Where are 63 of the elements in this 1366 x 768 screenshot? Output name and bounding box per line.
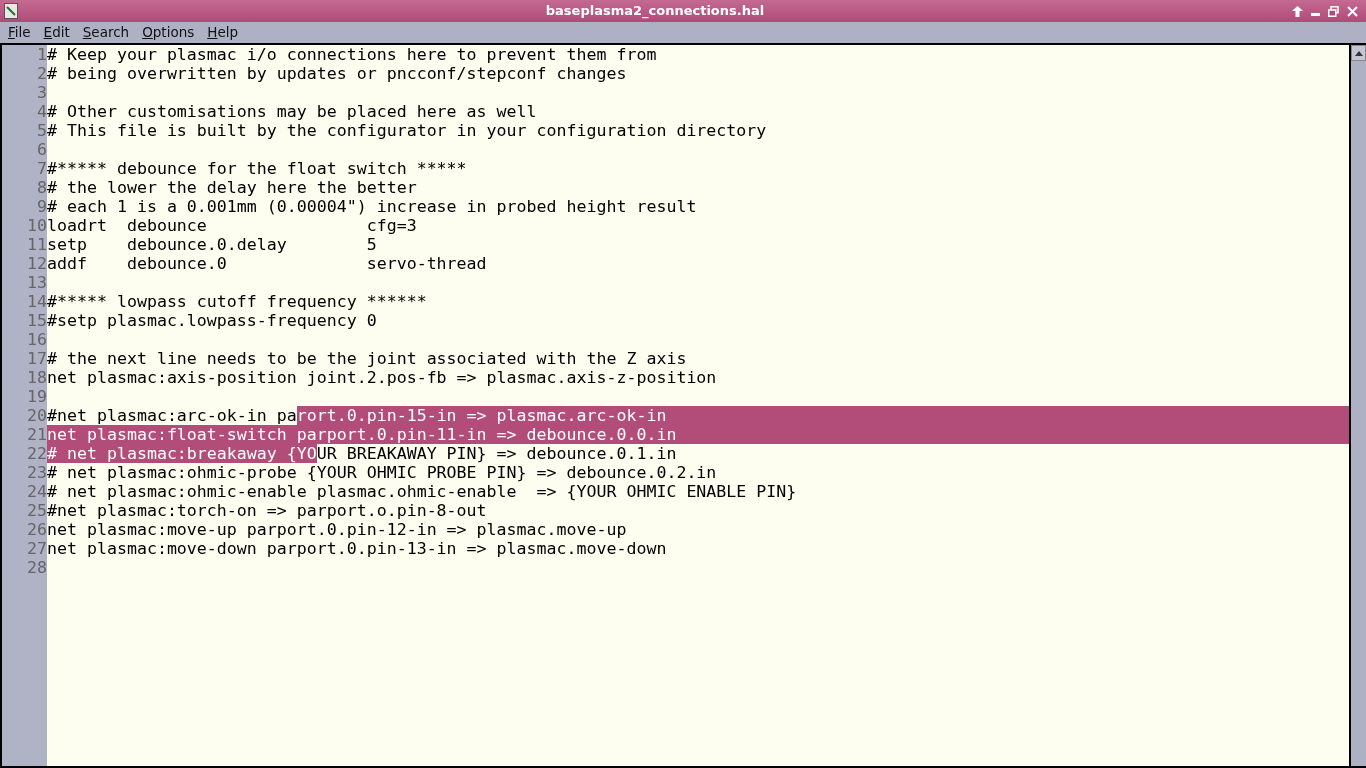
line-number: 25 xyxy=(27,501,47,520)
line-number: 7 xyxy=(37,159,47,178)
menu-item[interactable]: Edit xyxy=(43,22,70,43)
line-number: 19 xyxy=(27,387,47,406)
line-number: 13 xyxy=(27,273,47,292)
line-number: 24 xyxy=(27,482,47,501)
scrollbar[interactable] xyxy=(1349,45,1366,766)
line-number: 9 xyxy=(37,197,47,216)
code-text: # Other customisations may be placed here as well xyxy=(47,102,537,121)
up-triangle-icon xyxy=(1354,50,1363,56)
line-number: 26 xyxy=(27,520,47,539)
line-number: 22 xyxy=(27,444,47,463)
line-number: 21 xyxy=(27,425,47,444)
code-text: #setp plasmac.lowpass-frequency 0 xyxy=(47,311,377,330)
menu-item[interactable]: Options xyxy=(142,22,195,43)
line-number: 17 xyxy=(27,349,47,368)
window-title: baseplasma2_connections.hal xyxy=(545,2,765,21)
close-icon[interactable] xyxy=(1347,5,1358,17)
line-number: 10 xyxy=(27,216,47,235)
code-text: # This file is built by the configurator in your configuration directory xyxy=(47,121,767,140)
code-text: loadrt debounce cfg=3 xyxy=(47,216,417,235)
code-text: rort.0.pin-15-in => plasmac.arc-ok-in xyxy=(296,406,667,425)
line-number: 1 xyxy=(37,45,47,64)
code-text: # being overwritten by updates or pncconf/stepconf changes xyxy=(47,64,627,83)
code-text: # net plasmac:ohmic-probe {YOUR OHMIC PROBE PIN} => debounce.0.2.in xyxy=(47,463,717,482)
line-number: 27 xyxy=(27,539,47,558)
line-number: 5 xyxy=(37,121,47,140)
code-text: net plasmac:move-down parport.0.pin-13-in => plasmac.move-down xyxy=(47,539,667,558)
line-number: 28 xyxy=(27,558,47,577)
line-number: 4 xyxy=(37,102,47,121)
restore-icon[interactable] xyxy=(1328,5,1339,17)
code-text: # net plasmac:breakaway {YO xyxy=(47,444,317,463)
line-number: 2 xyxy=(37,64,47,83)
code-text: net plasmac:move-up parport.0.pin-12-in => plasmac.move-up xyxy=(47,520,627,539)
code-text: #***** lowpass cutoff frequency ****** xyxy=(47,292,427,311)
app-icon xyxy=(4,3,18,19)
code-text: # the lower the delay here the better xyxy=(47,178,417,197)
line-number: 3 xyxy=(37,83,47,102)
line-number: 15 xyxy=(27,311,47,330)
line-number: 16 xyxy=(27,330,47,349)
line-number: 18 xyxy=(27,368,47,387)
line-number: 8 xyxy=(37,178,47,197)
code-text: UR BREAKAWAY PIN} => debounce.0.1.in xyxy=(316,444,677,463)
code-text: net plasmac:axis-position joint.2.pos-fb => plasmac.axis-z-position xyxy=(47,368,717,387)
line-number: 11 xyxy=(27,235,47,254)
menu-item[interactable]: Search xyxy=(82,22,130,43)
line-number: 20 xyxy=(27,406,47,425)
code-text: #net plasmac:torch-on => parport.o.pin-8-out xyxy=(47,501,487,520)
up-arrow-icon[interactable] xyxy=(1292,5,1303,17)
scroll-up-button[interactable] xyxy=(1351,45,1366,61)
code-text: # each 1 is a 0.001mm (0.00004") increase in probed height result xyxy=(47,197,697,216)
line-number: 23 xyxy=(27,463,47,482)
line-number: 12 xyxy=(27,254,47,273)
line-number: 14 xyxy=(27,292,47,311)
code-text: net plasmac:float-switch parport.0.pin-11-in => debounce.0.0.in xyxy=(47,425,677,444)
code-text: setp debounce.0.delay 5 xyxy=(47,235,377,254)
line-number: 6 xyxy=(37,140,47,159)
code-text: # net plasmac:ohmic-enable plasmac.ohmic-enable => {YOUR OHMIC ENABLE PIN} xyxy=(47,482,797,501)
menu-item[interactable]: Help xyxy=(207,22,239,43)
code-text: # Keep your plasmac i/o connections here to prevent them from xyxy=(47,45,657,64)
menu-item[interactable]: File xyxy=(8,22,31,43)
code-text: #net plasmac:arc-ok-in pa xyxy=(47,406,297,425)
code-text: # the next line needs to be the joint associated with the Z axis xyxy=(47,349,687,368)
